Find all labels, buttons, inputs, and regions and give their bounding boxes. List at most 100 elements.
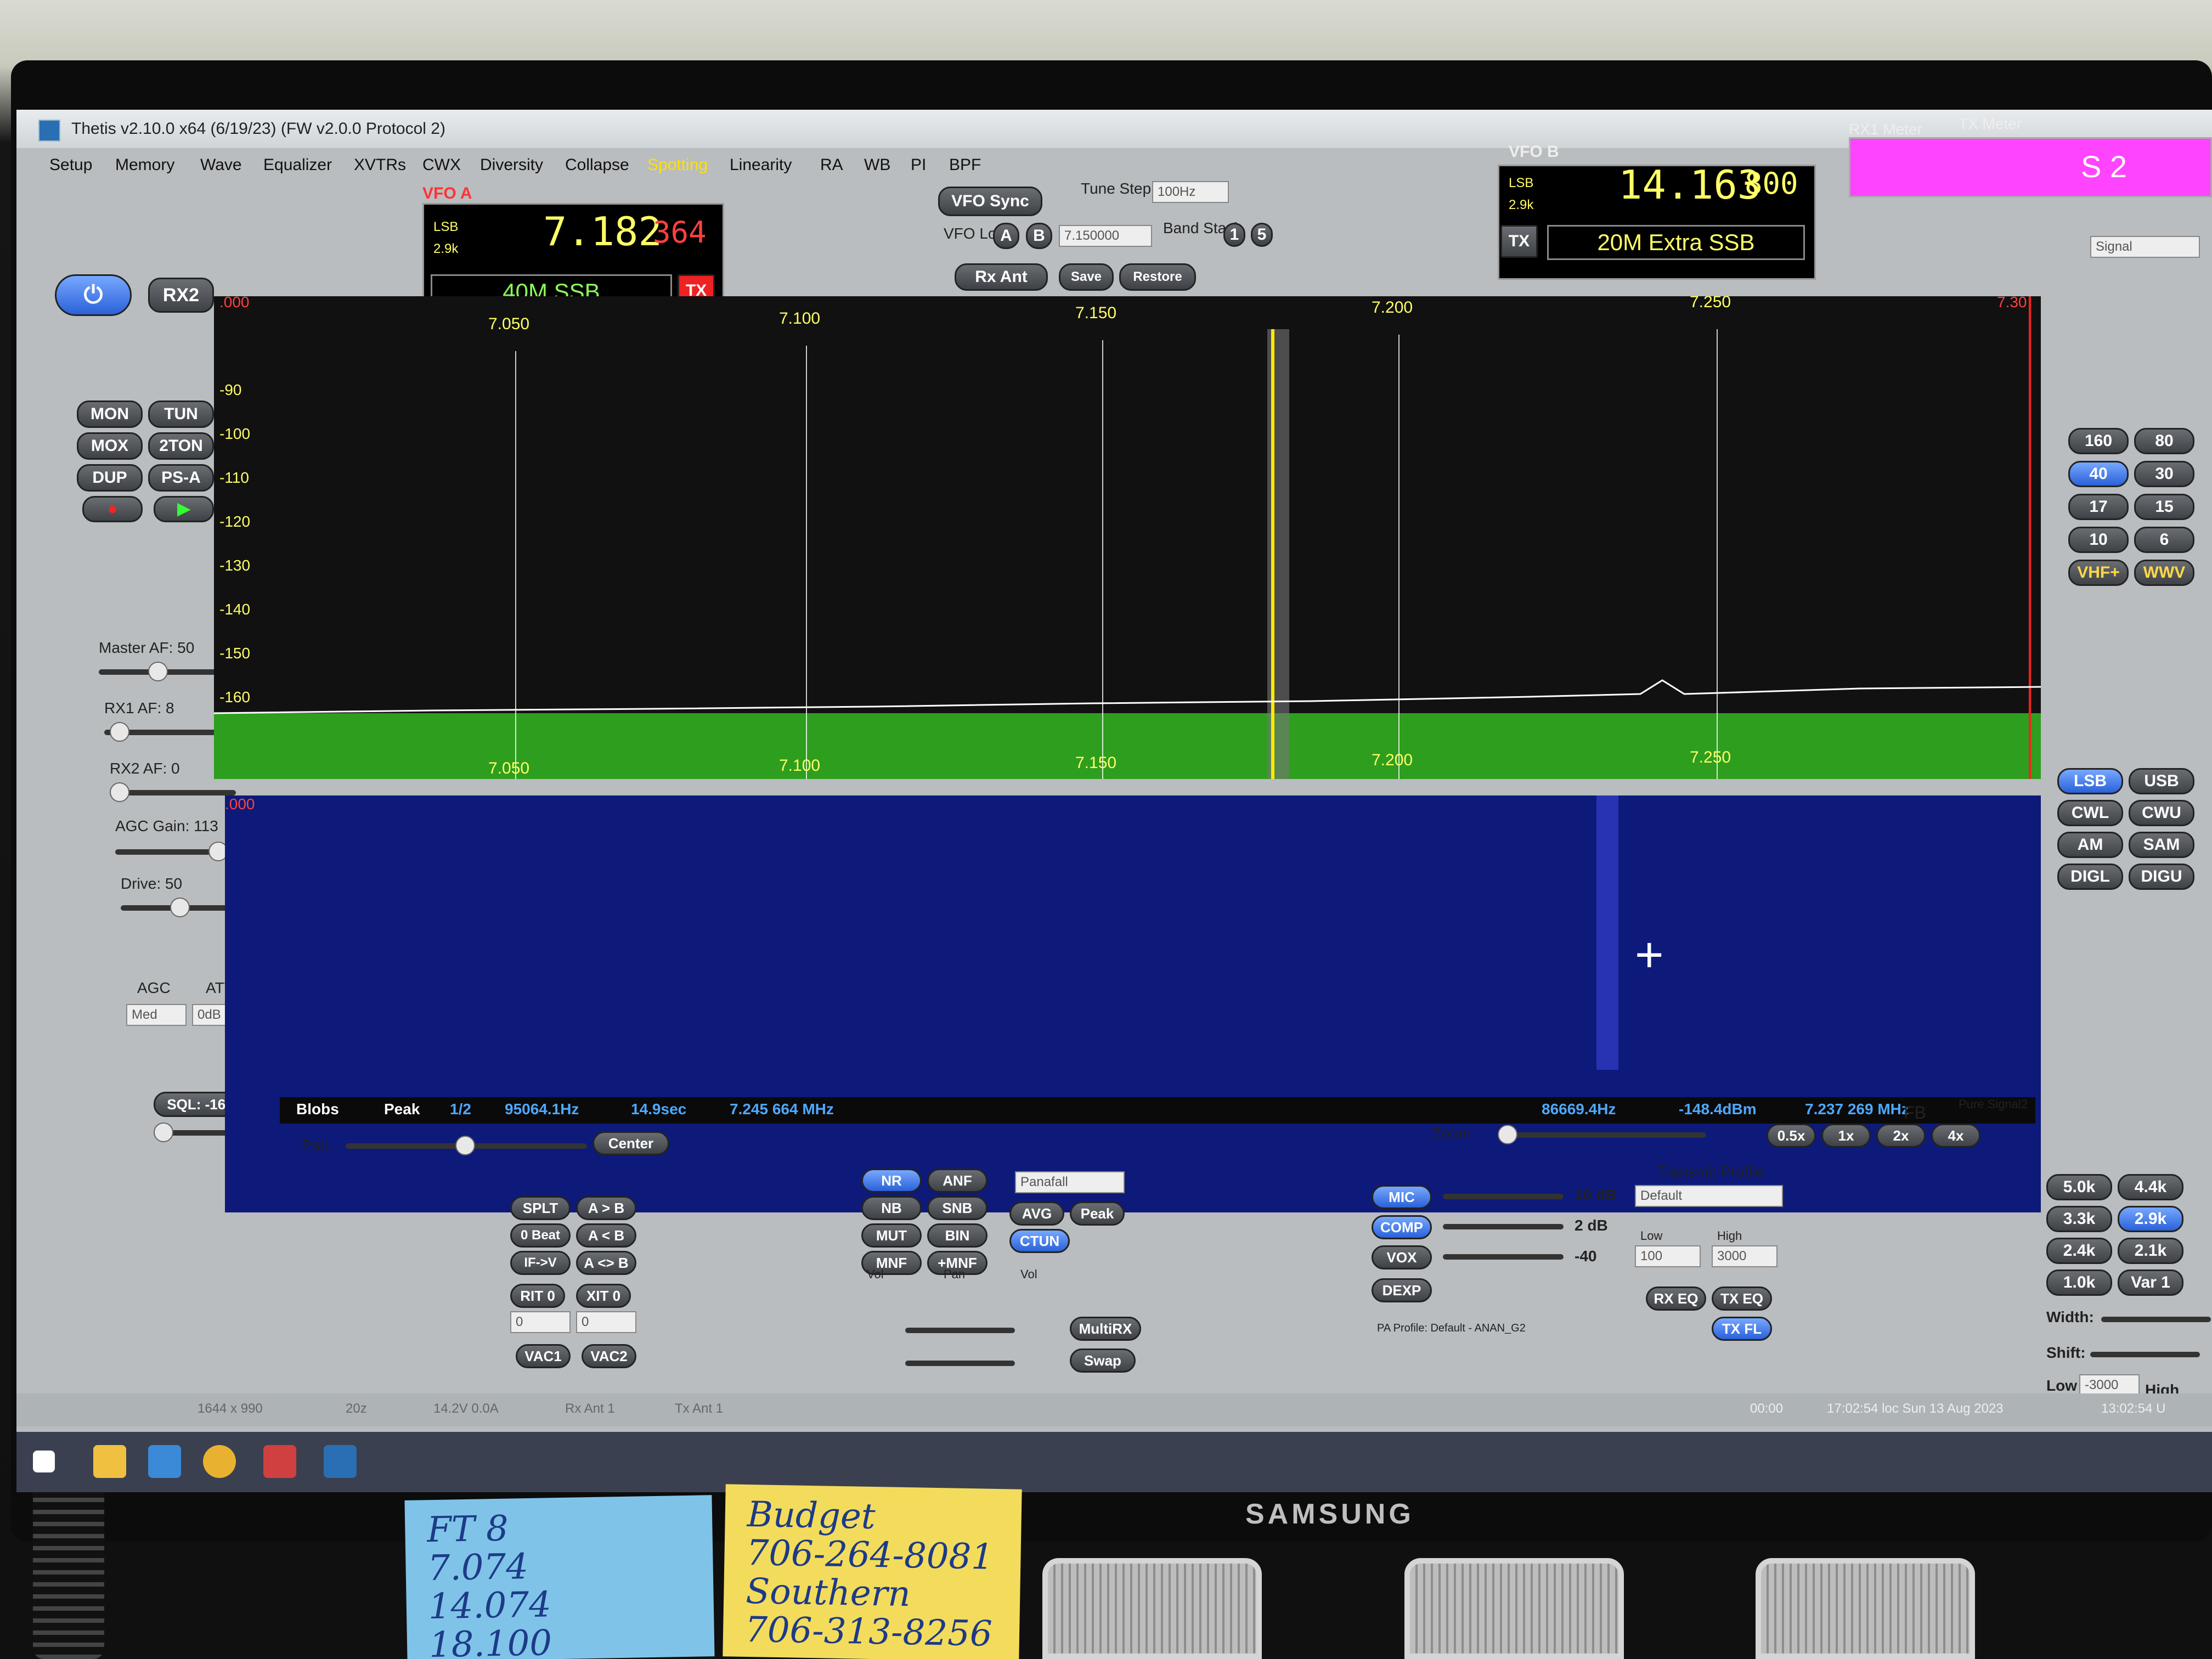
rit-input[interactable]: 0 <box>510 1311 571 1333</box>
comp-button[interactable]: COMP <box>1372 1215 1432 1239</box>
agc-select[interactable]: Med <box>126 1004 187 1026</box>
swap-button[interactable]: Swap <box>1070 1348 1136 1373</box>
mon-button[interactable]: MON <box>77 400 143 428</box>
mail-icon[interactable] <box>148 1445 181 1478</box>
menu-xvtrs[interactable]: XVTRs <box>354 156 406 174</box>
zoom-slider[interactable] <box>1498 1132 1706 1138</box>
menu-memory[interactable]: Memory <box>115 156 174 174</box>
vfo-lock-b-button[interactable]: B <box>1026 223 1052 249</box>
band-160-button[interactable]: 160 <box>2068 428 2129 454</box>
dexp-button[interactable]: DEXP <box>1372 1278 1432 1302</box>
mode-am-button[interactable]: AM <box>2057 832 2123 858</box>
power-button[interactable]: ⏻ <box>55 274 132 316</box>
display-mode-select[interactable]: Panafall <box>1015 1171 1125 1193</box>
mic-slider[interactable] <box>1443 1194 1564 1199</box>
rx1-af-knob[interactable] <box>110 722 129 742</box>
comp-slider[interactable] <box>1443 1224 1564 1229</box>
multirx-button[interactable]: MultiRX <box>1070 1317 1141 1341</box>
filter-1k-button[interactable]: 1.0k <box>2046 1269 2112 1296</box>
filter-5k-button[interactable]: 5.0k <box>2046 1174 2112 1200</box>
menu-ra[interactable]: RA <box>820 156 843 174</box>
zoom-4x-button[interactable]: 4x <box>1931 1124 1980 1148</box>
vfo-lock-a-button[interactable]: A <box>993 223 1019 249</box>
band-stack-1[interactable]: 1 <box>1223 223 1245 247</box>
vfo-b-frequency[interactable]: 14.163 <box>1618 162 1761 208</box>
filter-low-input[interactable]: -3000 <box>2079 1374 2140 1396</box>
vfo-a-frequency[interactable]: 7.182 <box>543 208 662 255</box>
mode-cwl-button[interactable]: CWL <box>2057 800 2123 826</box>
rx-ant-button[interactable]: Rx Ant <box>955 263 1048 291</box>
zero-beat-button[interactable]: 0 Beat <box>510 1223 571 1248</box>
2ton-button[interactable]: 2TON <box>148 432 214 460</box>
b-to-a-button[interactable]: A < B <box>576 1223 636 1248</box>
play-button[interactable]: ▶ <box>154 496 214 522</box>
mode-usb-button[interactable]: USB <box>2129 768 2194 794</box>
panadapter[interactable]: .000 7.30 7.050 7.100 7.150 7.200 7.250 … <box>213 293 2041 779</box>
app-pinned-icon[interactable] <box>263 1445 296 1478</box>
filter-2-9k-button[interactable]: 2.9k <box>2118 1206 2183 1232</box>
band-10-button[interactable]: 10 <box>2068 527 2129 553</box>
bin-button[interactable]: BIN <box>927 1223 988 1248</box>
menu-equalizer[interactable]: Equalizer <box>263 156 332 174</box>
band-40-button[interactable]: 40 <box>2068 461 2129 487</box>
vfo-lock-frequency[interactable]: 7.150000 <box>1059 225 1152 247</box>
menu-wave[interactable]: Wave <box>200 156 242 174</box>
band-wwv-button[interactable]: WWV <box>2134 560 2194 586</box>
menu-bpf[interactable]: BPF <box>949 156 981 174</box>
drive-knob[interactable] <box>170 898 190 917</box>
mode-digl-button[interactable]: DIGL <box>2057 864 2123 890</box>
tune-step-select[interactable]: 100Hz <box>1152 181 1229 203</box>
anf-button[interactable]: ANF <box>927 1169 988 1193</box>
file-explorer-icon[interactable] <box>93 1445 126 1478</box>
peak-toggle[interactable]: Peak <box>384 1101 420 1118</box>
band-6-button[interactable]: 6 <box>2134 527 2194 553</box>
tx-high-input[interactable]: 3000 <box>1712 1245 1778 1267</box>
band-stack-5[interactable]: 5 <box>1251 223 1273 247</box>
save-button[interactable]: Save <box>1059 263 1114 291</box>
xit-input[interactable]: 0 <box>576 1311 636 1333</box>
filter-2-4k-button[interactable]: 2.4k <box>2046 1238 2112 1264</box>
menu-cwx[interactable]: CWX <box>422 156 461 174</box>
tx-eq-button[interactable]: TX EQ <box>1712 1286 1772 1311</box>
vox-button[interactable]: VOX <box>1372 1245 1432 1269</box>
xit-button[interactable]: XIT 0 <box>576 1284 631 1308</box>
mode-sam-button[interactable]: SAM <box>2129 832 2194 858</box>
blobs-toggle[interactable]: Blobs <box>296 1101 339 1118</box>
menu-linearity[interactable]: Linearity <box>730 156 792 174</box>
swap-ab-button[interactable]: A <> B <box>576 1251 636 1275</box>
menu-diversity[interactable]: Diversity <box>480 156 543 174</box>
master-af-knob[interactable] <box>148 662 168 681</box>
filter-var1-button[interactable]: Var 1 <box>2118 1269 2183 1296</box>
vfo-b-frequency-sub[interactable]: 800 <box>1745 166 1798 201</box>
mode-cwu-button[interactable]: CWU <box>2129 800 2194 826</box>
band-15-button[interactable]: 15 <box>2134 494 2194 520</box>
a-to-b-button[interactable]: A > B <box>576 1196 636 1220</box>
filter-shift-slider[interactable] <box>2090 1352 2200 1357</box>
menu-collapse[interactable]: Collapse <box>565 156 629 174</box>
rx2-af-knob[interactable] <box>110 782 129 802</box>
filter-width-slider[interactable] <box>2101 1317 2211 1322</box>
mic-button[interactable]: MIC <box>1372 1185 1432 1209</box>
panadapter-graph[interactable]: .000 7.30 7.050 7.100 7.150 7.200 7.250 … <box>213 293 2041 779</box>
peak-button[interactable]: Peak <box>1070 1201 1125 1226</box>
rx2-button[interactable]: RX2 <box>148 278 214 313</box>
record-button[interactable]: ● <box>82 496 143 522</box>
split-button[interactable]: SPLT <box>510 1196 571 1220</box>
band-80-button[interactable]: 80 <box>2134 428 2194 454</box>
rx-filter-passband[interactable] <box>1267 329 1289 779</box>
start-icon[interactable] <box>33 1451 55 1472</box>
mode-digu-button[interactable]: DIGU <box>2129 864 2194 890</box>
band-30-button[interactable]: 30 <box>2134 461 2194 487</box>
zoom-2x-button[interactable]: 2x <box>1876 1124 1926 1148</box>
restore-button[interactable]: Restore <box>1119 263 1196 291</box>
mode-lsb-button[interactable]: LSB <box>2057 768 2123 794</box>
snb-button[interactable]: SNB <box>927 1196 988 1220</box>
rx-pan-slider-1[interactable] <box>905 1328 1015 1333</box>
vfo-a-frequency-sub[interactable]: 364 <box>653 215 707 250</box>
zoom-1x-button[interactable]: 1x <box>1821 1124 1871 1148</box>
rx-pan-slider-2[interactable] <box>905 1361 1015 1366</box>
zoom-knob[interactable] <box>1498 1125 1517 1144</box>
chrome-icon[interactable] <box>203 1445 236 1478</box>
meter-signal-select[interactable]: Signal <box>2090 236 2200 258</box>
nb-button[interactable]: NB <box>861 1196 922 1220</box>
